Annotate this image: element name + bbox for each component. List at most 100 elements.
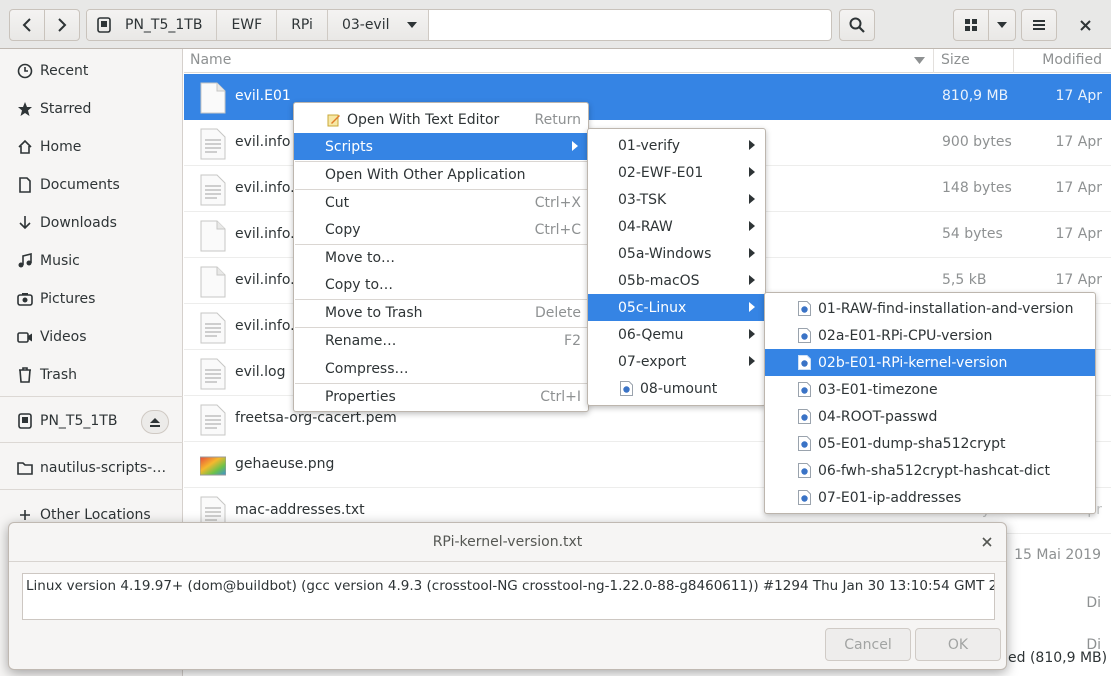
menu-item-linux-06[interactable]: 06-fwh-sha512crypt-hashcat-dict	[765, 457, 1095, 484]
sidebar-item-pictures[interactable]: Pictures	[0, 281, 183, 317]
breadcrumb-current[interactable]: 03-evil	[327, 10, 429, 40]
menu-item-label: 06-Qemu	[618, 326, 684, 343]
menu-item-label: 03-E01-timezone	[818, 381, 938, 398]
menu-item-compress[interactable]: Compress…	[294, 355, 588, 382]
sidebar-item-downloads[interactable]: Downloads	[0, 205, 183, 241]
submenu-arrow-icon	[749, 248, 755, 258]
status-bar-text: ed (810,9 MB)	[1008, 650, 1108, 666]
menu-item-linux-02a[interactable]: 02a-E01-RPi-CPU-version	[765, 322, 1095, 349]
submenu-arrow-icon	[749, 329, 755, 339]
breadcrumb-ewf[interactable]: EWF	[217, 10, 278, 40]
menu-item-label: Rename…	[325, 332, 397, 349]
view-grid-button[interactable]	[953, 9, 989, 41]
file-size: 148 bytes	[942, 180, 1012, 196]
sidebar-item-label: Trash	[40, 367, 77, 383]
sidebar-separator	[0, 396, 183, 397]
menu-item-linux-03[interactable]: 03-E01-timezone	[765, 376, 1095, 403]
context-menu: Open With Text Editor Return Scripts Ope…	[293, 102, 589, 412]
sidebar-item-label: Music	[40, 253, 80, 269]
grid-icon	[965, 19, 977, 31]
menu-item-linux-07[interactable]: 07-E01-ip-addresses	[765, 484, 1095, 511]
menu-item-05b-macos[interactable]: 05b-macOS	[588, 267, 765, 294]
menu-item-linux-05[interactable]: 05-E01-dump-sha512crypt	[765, 430, 1095, 457]
download-icon	[16, 214, 34, 232]
menu-item-02-ewf-e01[interactable]: 02-EWF-E01	[588, 159, 765, 186]
sidebar-item-recent[interactable]: Recent	[0, 53, 183, 89]
cancel-button[interactable]: Cancel	[825, 628, 911, 661]
menu-item-open-text-editor[interactable]: Open With Text Editor Return	[294, 106, 588, 133]
view-options-button[interactable]	[988, 9, 1016, 41]
menu-item-label: Scripts	[325, 138, 373, 155]
dialog-close-button[interactable]	[978, 533, 996, 551]
sidebar-item-starred[interactable]: Starred	[0, 91, 183, 127]
menu-item-properties[interactable]: Properties Ctrl+I	[294, 383, 588, 410]
menu-item-label: 07-export	[618, 353, 687, 370]
menu-item-move-to-trash[interactable]: Move to Trash Delete	[294, 299, 588, 326]
menu-item-rename[interactable]: Rename… F2	[294, 327, 588, 354]
submenu-arrow-icon	[749, 221, 755, 231]
menu-item-open-with-other[interactable]: Open With Other Application	[294, 161, 588, 188]
image-file-icon	[200, 456, 226, 476]
menu-item-label: 07-E01-ip-addresses	[818, 489, 962, 506]
sidebar-item-home[interactable]: Home	[0, 129, 183, 165]
text-file-icon	[200, 312, 226, 344]
dialog-text-view[interactable]: Linux version 4.19.97+ (dom@buildbot) (g…	[22, 573, 995, 620]
menu-item-scripts[interactable]: Scripts	[294, 133, 588, 160]
forward-button[interactable]	[44, 9, 80, 41]
script-file-icon	[798, 409, 811, 424]
file-size: 54 bytes	[942, 226, 1003, 242]
clock-icon	[16, 62, 34, 80]
menu-item-05a-windows[interactable]: 05a-Windows	[588, 240, 765, 267]
blank-file-icon	[200, 266, 226, 298]
menu-button[interactable]	[1021, 9, 1057, 41]
text-file-icon	[200, 128, 226, 160]
linux-submenu: 01-RAW-find-installation-and-version 02a…	[764, 292, 1096, 514]
sidebar-item-bookmark[interactable]: nautilus-scripts-…	[0, 450, 183, 486]
breadcrumb-rpi[interactable]: RPi	[277, 10, 328, 40]
menu-item-label: Open With Other Application	[325, 166, 526, 183]
menu-item-05c-linux[interactable]: 05c-Linux	[588, 294, 765, 321]
drive-icon	[16, 412, 34, 430]
column-size[interactable]: Size	[941, 52, 970, 68]
menu-item-03-tsk[interactable]: 03-TSK	[588, 186, 765, 213]
menu-item-01-verify[interactable]: 01-verify	[588, 132, 765, 159]
menu-item-copy-to[interactable]: Copy to…	[294, 271, 588, 298]
menu-item-04-raw[interactable]: 04-RAW	[588, 213, 765, 240]
menu-item-label: Compress…	[325, 360, 409, 377]
file-modified: 17 Apr	[1055, 134, 1102, 150]
breadcrumb-drive[interactable]: PN_T5_1TB	[87, 10, 218, 40]
menu-item-07-export[interactable]: 07-export	[588, 348, 765, 375]
menu-item-06-qemu[interactable]: 06-Qemu	[588, 321, 765, 348]
menu-item-accel: Delete	[535, 304, 581, 321]
sidebar-item-label: Home	[40, 139, 82, 155]
menu-item-accel: Ctrl+I	[540, 388, 581, 405]
menu-item-copy[interactable]: Copy Ctrl+C	[294, 216, 588, 243]
trash-icon	[16, 366, 34, 384]
column-name[interactable]: Name	[190, 52, 231, 68]
sidebar-item-trash[interactable]: Trash	[0, 357, 183, 393]
chevron-right-icon	[58, 18, 67, 32]
menu-item-label: Move to…	[325, 249, 396, 266]
sidebar-item-music[interactable]: Music	[0, 243, 183, 279]
breadcrumb-label: 03-evil	[341, 17, 390, 33]
close-window-button[interactable]	[1067, 9, 1103, 41]
menu-item-label: 02-EWF-E01	[618, 164, 704, 181]
back-button[interactable]	[9, 9, 45, 41]
submenu-arrow-icon	[749, 302, 755, 312]
sidebar-item-documents[interactable]: Documents	[0, 167, 183, 203]
eject-button[interactable]	[141, 410, 169, 434]
menu-item-move-to[interactable]: Move to…	[294, 244, 588, 271]
ok-button[interactable]: OK	[915, 628, 1001, 661]
menu-item-cut[interactable]: Cut Ctrl+X	[294, 189, 588, 216]
sidebar-item-videos[interactable]: Videos	[0, 319, 183, 355]
menu-item-linux-04[interactable]: 04-ROOT-passwd	[765, 403, 1095, 430]
menu-item-accel: F2	[564, 332, 581, 349]
column-modified[interactable]: Modified	[1042, 52, 1102, 68]
search-button[interactable]	[839, 9, 875, 41]
menu-item-linux-02b[interactable]: 02b-E01-RPi-kernel-version	[765, 349, 1095, 376]
chevron-left-icon	[22, 18, 31, 32]
menu-item-08-umount[interactable]: 08-umount	[588, 375, 765, 402]
menu-item-linux-01[interactable]: 01-RAW-find-installation-and-version	[765, 295, 1095, 322]
menu-item-label: Copy to…	[325, 276, 394, 293]
breadcrumb-label: PN_T5_1TB	[125, 17, 203, 33]
